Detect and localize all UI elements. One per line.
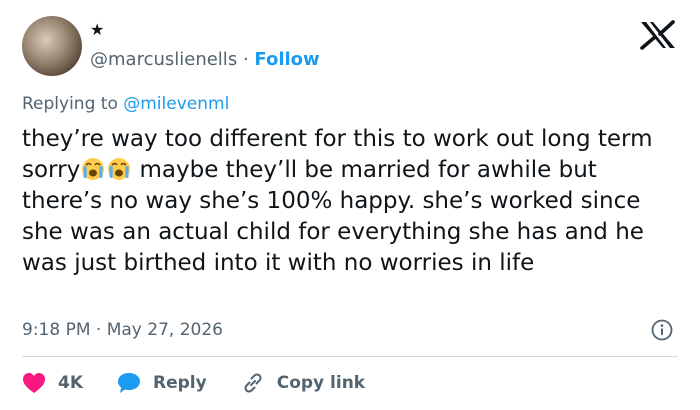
replying-prefix: Replying to (22, 94, 118, 114)
copy-link-button[interactable]: Copy link (241, 371, 365, 395)
like-button[interactable]: 4K (22, 372, 83, 394)
x-logo-icon[interactable] (638, 20, 678, 50)
reply-button[interactable]: Reply (117, 372, 207, 394)
tweet-text: they’re way too different for this to wo… (22, 124, 682, 279)
replying-mention[interactable]: @milevenml (123, 94, 229, 114)
handle-separator: · (242, 49, 249, 70)
divider (22, 356, 678, 357)
crying-face-emoji-icon (82, 158, 105, 180)
copy-link-label: Copy link (276, 373, 366, 393)
timestamp[interactable]: 9:18 PM · May 27, 2026 (22, 318, 223, 342)
crying-face-emoji-icon (108, 158, 131, 180)
tweet-time: 9:18 PM (22, 320, 91, 340)
like-count: 4K (58, 373, 84, 393)
heart-icon (23, 373, 45, 393)
author-row: @marcuslienells · Follow (90, 48, 320, 72)
reply-bubble-icon (118, 373, 141, 393)
follow-button[interactable]: Follow (254, 49, 319, 70)
verified-star-badge: ★ (90, 20, 105, 39)
action-bar: 4K Reply Copy link (22, 369, 399, 397)
author-handle[interactable]: @marcuslienells (90, 49, 237, 70)
tweet-date: May 27, 2026 (106, 320, 223, 340)
avatar[interactable] (22, 16, 82, 76)
time-separator: · (95, 320, 102, 340)
info-icon[interactable] (651, 319, 673, 341)
replying-to: Replying to @milevenml (22, 92, 229, 116)
link-icon (244, 373, 262, 393)
reply-label: Reply (153, 373, 207, 393)
